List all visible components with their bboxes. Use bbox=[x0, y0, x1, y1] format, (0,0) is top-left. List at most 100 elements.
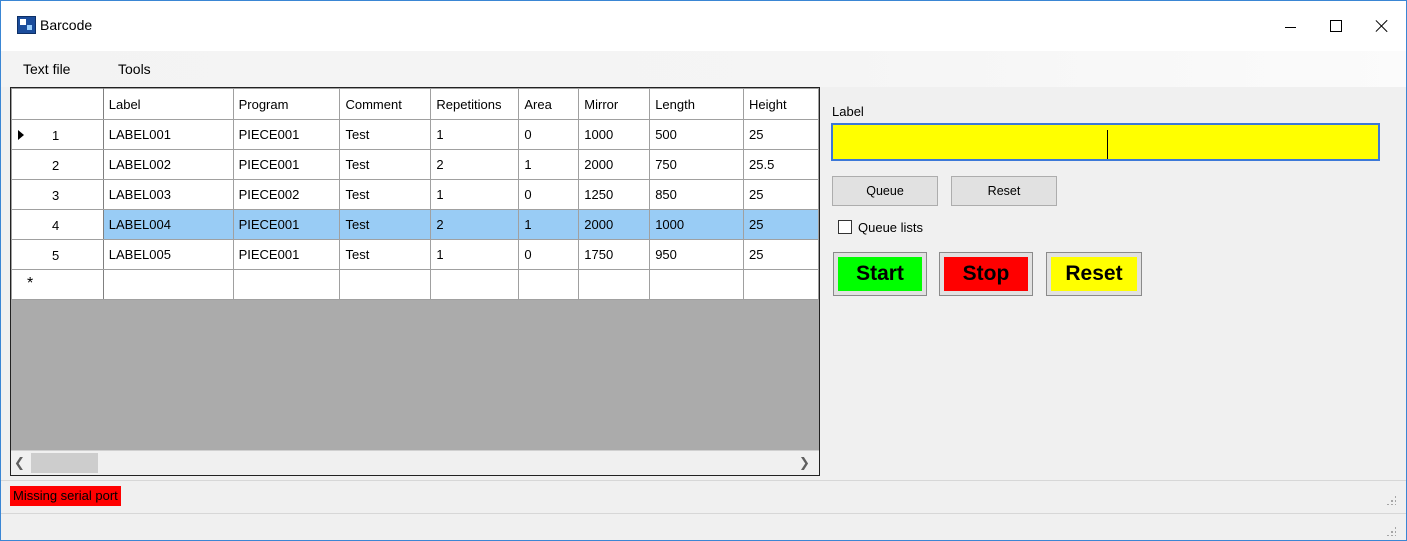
title-bar[interactable]: Barcode bbox=[1, 1, 1406, 51]
table-row[interactable]: 1 LABEL001 PIECE001 Test 1 0 1000 500 25 bbox=[11, 119, 819, 150]
maximize-button[interactable] bbox=[1313, 1, 1359, 51]
grid-corner-header[interactable] bbox=[11, 88, 104, 120]
cell-area[interactable]: 0 bbox=[518, 119, 580, 150]
cell-length[interactable]: 500 bbox=[649, 119, 745, 150]
chevron-left-icon[interactable]: ❮ bbox=[14, 455, 25, 471]
cell-length[interactable]: 750 bbox=[649, 149, 745, 180]
big-reset-button[interactable]: Reset bbox=[1046, 252, 1142, 296]
cell-area[interactable]: 0 bbox=[518, 179, 580, 210]
start-button[interactable]: Start bbox=[833, 252, 927, 296]
cell-height[interactable]: 25.5 bbox=[743, 149, 819, 180]
cell-repetitions[interactable]: 2 bbox=[430, 209, 520, 240]
cell-comment[interactable]: Test bbox=[339, 179, 432, 210]
column-header-repetitions[interactable]: Repetitions bbox=[430, 88, 520, 120]
table-row[interactable]: 4 LABEL004 PIECE001 Test 2 1 2000 1000 25 bbox=[11, 209, 819, 240]
row-header[interactable]: 3 bbox=[11, 179, 104, 210]
cell-area[interactable]: 1 bbox=[518, 149, 580, 180]
cell-height[interactable]: 25 bbox=[743, 179, 819, 210]
column-header-length[interactable]: Length bbox=[649, 88, 745, 120]
label-caption: Label bbox=[832, 104, 864, 119]
cell-repetitions[interactable] bbox=[430, 269, 520, 300]
stop-button[interactable]: Stop bbox=[939, 252, 1033, 296]
table-row[interactable]: 3 LABEL003 PIECE002 Test 1 0 1250 850 25 bbox=[11, 179, 819, 210]
resize-grip-icon[interactable] bbox=[1386, 495, 1396, 505]
cell-label[interactable] bbox=[102, 269, 234, 300]
cell-height[interactable]: 25 bbox=[743, 239, 819, 270]
row-header[interactable]: * bbox=[11, 269, 104, 300]
cell-comment[interactable]: Test bbox=[339, 239, 432, 270]
row-number: 3 bbox=[52, 188, 60, 203]
cell-height[interactable]: 25 bbox=[743, 119, 819, 150]
queue-lists-checkbox[interactable] bbox=[838, 220, 852, 234]
label-input[interactable] bbox=[831, 123, 1380, 161]
new-row[interactable]: * bbox=[11, 269, 819, 300]
cell-program[interactable]: PIECE001 bbox=[232, 119, 341, 150]
cell-label[interactable]: LABEL001 bbox=[102, 119, 234, 150]
reset-button[interactable]: Reset bbox=[951, 176, 1057, 206]
cell-mirror[interactable]: 1000 bbox=[578, 119, 651, 150]
cell-label[interactable]: LABEL004 bbox=[102, 209, 234, 240]
cell-program[interactable] bbox=[232, 269, 341, 300]
row-header[interactable]: 1 bbox=[11, 119, 104, 150]
cell-mirror[interactable] bbox=[578, 269, 651, 300]
menu-bar: Text file Tools bbox=[1, 51, 1406, 87]
cell-repetitions[interactable]: 1 bbox=[430, 119, 520, 150]
row-header[interactable]: 5 bbox=[11, 239, 104, 270]
column-header-label[interactable]: Label bbox=[102, 88, 234, 120]
chevron-right-icon[interactable]: ❯ bbox=[799, 455, 810, 471]
horizontal-scrollbar[interactable]: ❮ ❯ bbox=[11, 450, 819, 475]
cell-program[interactable]: PIECE001 bbox=[232, 209, 341, 240]
cell-comment[interactable] bbox=[339, 269, 432, 300]
cell-mirror[interactable]: 1750 bbox=[578, 239, 651, 270]
row-header[interactable]: 4 bbox=[11, 209, 104, 240]
cell-length[interactable] bbox=[649, 269, 745, 300]
queue-button[interactable]: Queue bbox=[832, 176, 938, 206]
cell-comment[interactable]: Test bbox=[339, 119, 432, 150]
column-header-mirror[interactable]: Mirror bbox=[578, 88, 651, 120]
cell-label[interactable]: LABEL003 bbox=[102, 179, 234, 210]
cell-comment[interactable]: Test bbox=[339, 149, 432, 180]
cell-length[interactable]: 850 bbox=[649, 179, 745, 210]
cell-height[interactable] bbox=[743, 269, 819, 300]
menu-text-file[interactable]: Text file bbox=[23, 61, 70, 77]
close-button[interactable] bbox=[1359, 1, 1405, 51]
cell-length[interactable]: 950 bbox=[649, 239, 745, 270]
current-row-arrow-icon bbox=[18, 130, 24, 140]
cell-program[interactable]: PIECE002 bbox=[232, 179, 341, 210]
cell-height[interactable]: 25 bbox=[743, 209, 819, 240]
cell-area[interactable]: 0 bbox=[518, 239, 580, 270]
row-number: 4 bbox=[52, 218, 60, 233]
cell-repetitions[interactable]: 2 bbox=[430, 149, 520, 180]
cell-mirror[interactable]: 2000 bbox=[578, 149, 651, 180]
cell-mirror[interactable]: 2000 bbox=[578, 209, 651, 240]
queue-lists-label[interactable]: Queue lists bbox=[858, 220, 923, 235]
text-caret bbox=[1107, 130, 1108, 159]
cell-program[interactable]: PIECE001 bbox=[232, 239, 341, 270]
row-header[interactable]: 2 bbox=[11, 149, 104, 180]
column-header-area[interactable]: Area bbox=[518, 88, 580, 120]
cell-label[interactable]: LABEL002 bbox=[102, 149, 234, 180]
stop-button-label: Stop bbox=[944, 257, 1028, 291]
column-header-program[interactable]: Program bbox=[232, 88, 341, 120]
table-row[interactable]: 2 LABEL002 PIECE001 Test 2 1 2000 750 25.5 bbox=[11, 149, 819, 180]
cell-repetitions[interactable]: 1 bbox=[430, 239, 520, 270]
cell-area[interactable] bbox=[518, 269, 580, 300]
grid-body: 1 LABEL001 PIECE001 Test 1 0 1000 500 25 2 LABEL00… bbox=[11, 119, 819, 300]
minimize-button[interactable] bbox=[1267, 1, 1313, 51]
row-number: 1 bbox=[52, 128, 60, 143]
cell-area[interactable]: 1 bbox=[518, 209, 580, 240]
cell-label[interactable]: LABEL005 bbox=[102, 239, 234, 270]
cell-mirror[interactable]: 1250 bbox=[578, 179, 651, 210]
minimize-icon bbox=[1284, 26, 1296, 28]
cell-program[interactable]: PIECE001 bbox=[232, 149, 341, 180]
column-header-comment[interactable]: Comment bbox=[339, 88, 432, 120]
cell-comment[interactable]: Test bbox=[339, 209, 432, 240]
scrollbar-thumb[interactable] bbox=[31, 453, 98, 473]
column-header-height[interactable]: Height bbox=[743, 88, 819, 120]
data-grid[interactable]: Label Program Comment Repetitions Area M… bbox=[10, 87, 820, 476]
menu-tools[interactable]: Tools bbox=[118, 61, 151, 77]
resize-grip-icon[interactable] bbox=[1386, 526, 1396, 536]
cell-repetitions[interactable]: 1 bbox=[430, 179, 520, 210]
table-row[interactable]: 5 LABEL005 PIECE001 Test 1 0 1750 950 25 bbox=[11, 239, 819, 270]
cell-length[interactable]: 1000 bbox=[649, 209, 745, 240]
